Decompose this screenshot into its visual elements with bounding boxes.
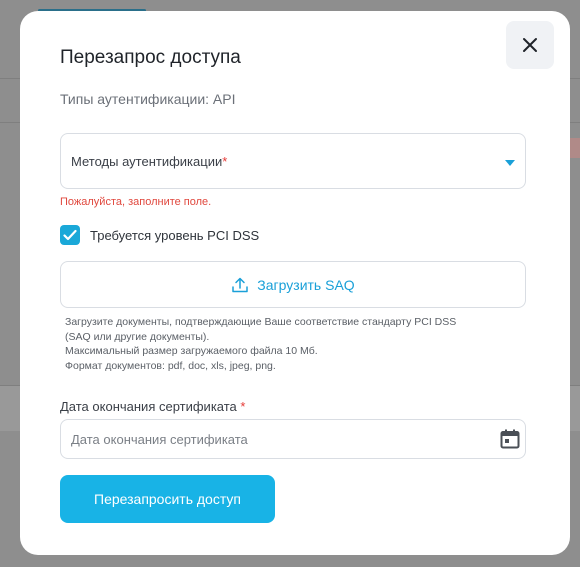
calendar-icon[interactable] (500, 429, 520, 449)
upload-saq-label: Загрузить SAQ (257, 276, 355, 293)
checkmark-icon (63, 229, 77, 241)
request-access-button[interactable]: Перезапросить доступ (60, 475, 275, 523)
modal-title: Перезапрос доступа (60, 47, 241, 68)
upload-saq-button[interactable]: Загрузить SAQ (60, 261, 526, 308)
auth-types-text: Типы аутентификации: API (60, 91, 236, 107)
close-button[interactable] (506, 21, 554, 69)
hint-line: (SAQ или другие документы). (65, 330, 210, 343)
required-mark: * (222, 154, 228, 169)
request-access-modal: Перезапрос доступа Типы аутентификации: … (20, 11, 570, 555)
auth-methods-select[interactable]: Методы аутентификации* (60, 133, 526, 189)
auth-methods-label: Методы аутентификации* (71, 154, 228, 169)
chevron-down-icon (505, 160, 515, 166)
auth-methods-error: Пожалуйста, заполните поле. (60, 196, 212, 208)
hint-line: Загрузите документы, подтверждающие Ваше… (65, 316, 457, 328)
cert-date-label: Дата окончания сертификата * (60, 399, 246, 414)
pci-dss-checkbox[interactable] (60, 225, 80, 245)
pci-dss-label[interactable]: Требуется уровень PCI DSS (90, 228, 259, 243)
cert-date-input[interactable] (60, 419, 526, 459)
required-mark: * (240, 399, 246, 414)
hint-line: Формат документов: pdf, doc, xls, jpeg, … (65, 359, 276, 372)
upload-icon (232, 277, 249, 292)
hint-line: Максимальный размер загружаемого файла 1… (65, 345, 318, 358)
close-icon (523, 38, 537, 52)
upload-hint: Загрузите документы, подтверждающие Ваше… (65, 315, 535, 373)
